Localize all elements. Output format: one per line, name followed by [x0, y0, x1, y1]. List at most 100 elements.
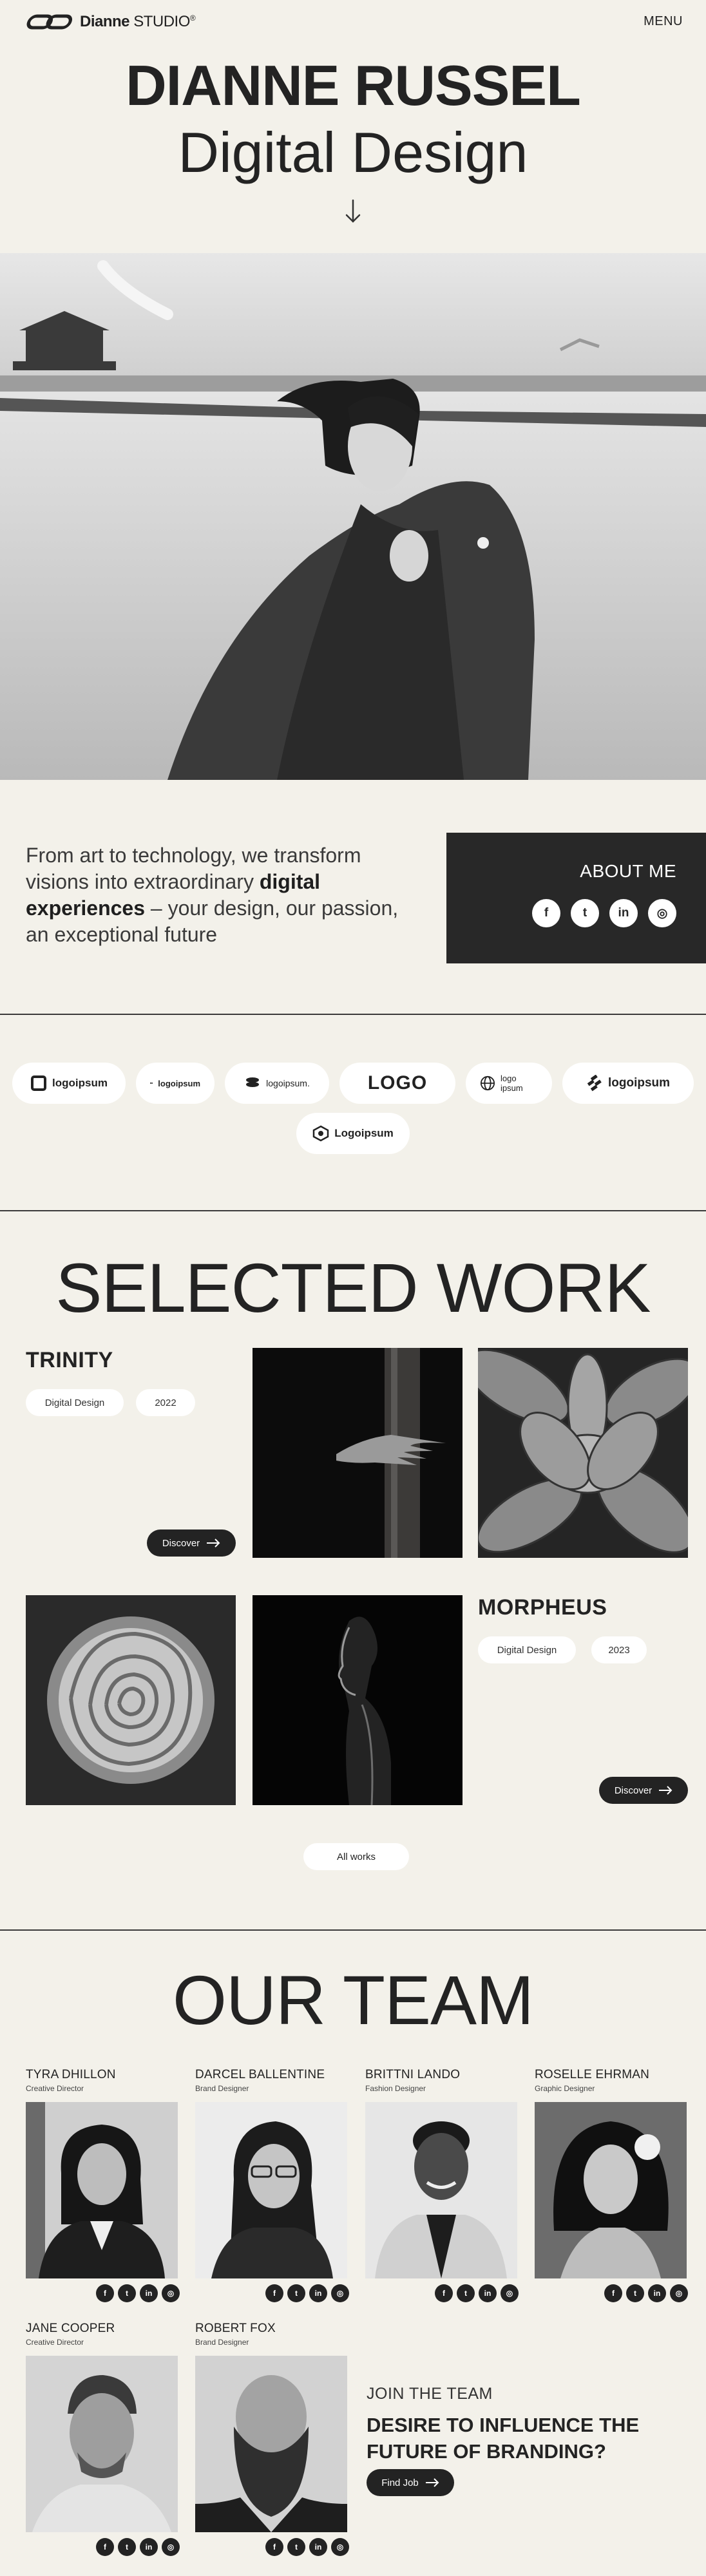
project-image[interactable]: [26, 1595, 236, 1805]
member-socials: f t in ◎: [96, 2538, 180, 2556]
brand-name-light: STUDIO: [133, 13, 190, 30]
member-name: ROSELLE EHRMAN: [535, 2068, 650, 2081]
member-name: ROBERT FOX: [195, 2322, 276, 2335]
member-socials: f t in ◎: [604, 2284, 688, 2302]
partner-logo: logoipsum: [136, 1063, 215, 1104]
partner-logo: Logoipsum: [296, 1113, 410, 1154]
twitter-icon[interactable]: t: [571, 899, 599, 927]
member-socials: f t in ◎: [435, 2284, 519, 2302]
member-photo: [26, 2356, 178, 2532]
hero-photo: [0, 253, 706, 780]
member-name: TYRA DHILLON: [26, 2068, 116, 2081]
section-divider: [0, 1929, 706, 1931]
partner-logo: logo ipsum: [466, 1063, 552, 1104]
member-role: Fashion Designer: [365, 2084, 426, 2093]
partner-logo-label: logoipsum: [607, 1076, 671, 1090]
linkedin-icon[interactable]: in: [479, 2284, 497, 2302]
discover-button-trinity[interactable]: Discover: [147, 1530, 236, 1557]
all-works-button[interactable]: All works: [303, 1843, 409, 1870]
partner-mark-icon: [246, 1077, 260, 1087]
hero-name: DIANNE RUSSEL: [126, 53, 581, 117]
dribbble-icon[interactable]: ◎: [670, 2284, 688, 2302]
linkedin-icon[interactable]: in: [309, 2284, 327, 2302]
project-year-tag: 2023: [591, 1636, 647, 1663]
intro-statement: From art to technology, we transform vis…: [26, 842, 425, 948]
project-title-trinity[interactable]: TRINITY: [26, 1348, 113, 1373]
facebook-icon[interactable]: f: [604, 2284, 622, 2302]
dribbble-icon[interactable]: ◎: [162, 2284, 180, 2302]
social-links: f t in ◎: [532, 899, 676, 927]
linkedin-icon[interactable]: in: [140, 2538, 158, 2556]
twitter-icon[interactable]: t: [287, 2538, 305, 2556]
facebook-icon[interactable]: f: [265, 2284, 283, 2302]
facebook-icon[interactable]: f: [435, 2284, 453, 2302]
twitter-icon[interactable]: t: [626, 2284, 644, 2302]
find-job-button[interactable]: Find Job: [367, 2469, 454, 2496]
partner-mark-icon: [587, 1075, 602, 1092]
partner-logo-label: logo ipsum: [500, 1074, 523, 1093]
linkedin-icon[interactable]: in: [309, 2538, 327, 2556]
member-socials: f t in ◎: [96, 2284, 180, 2302]
partner-mark-icon: [31, 1075, 47, 1091]
linkedin-icon[interactable]: in: [609, 899, 638, 927]
twitter-icon[interactable]: t: [118, 2284, 136, 2302]
member-role: Creative Director: [26, 2338, 84, 2347]
project-image[interactable]: [253, 1348, 463, 1558]
dribbble-icon[interactable]: ◎: [501, 2284, 519, 2302]
project-image[interactable]: [478, 1348, 688, 1558]
dribbble-icon[interactable]: ◎: [331, 2284, 349, 2302]
facebook-icon[interactable]: f: [96, 2284, 114, 2302]
twitter-icon[interactable]: t: [457, 2284, 475, 2302]
partner-mark-icon: [312, 1125, 329, 1142]
member-photo: [26, 2102, 178, 2278]
member-role: Brand Designer: [195, 2338, 249, 2347]
member-photo: [365, 2102, 517, 2278]
project-year-tag: 2022: [136, 1389, 195, 1416]
member-photo: [195, 2102, 347, 2278]
section-divider: [0, 1210, 706, 1211]
twitter-icon[interactable]: t: [118, 2538, 136, 2556]
member-photo: [195, 2356, 347, 2532]
discover-label: Discover: [614, 1785, 653, 1796]
arrow-right-icon: [425, 2478, 439, 2487]
dribbble-icon[interactable]: ◎: [331, 2538, 349, 2556]
member-name: BRITTNI LANDO: [365, 2068, 461, 2081]
brand-name-bold: Dianne: [80, 13, 130, 30]
project-image[interactable]: [253, 1595, 463, 1805]
project-tag: Digital Design: [26, 1389, 124, 1416]
project-title-morpheus[interactable]: MORPHEUS: [478, 1595, 607, 1620]
menu-button[interactable]: MENU: [644, 14, 683, 29]
brand-name: Dianne STUDIO®: [80, 13, 196, 31]
partner-logos-row: logoipsum logoipsum logoipsum. LOGO logo…: [0, 1063, 706, 1104]
find-job-label: Find Job: [381, 2477, 419, 2488]
member-role: Brand Designer: [195, 2084, 249, 2093]
registered-mark: ®: [189, 14, 196, 23]
partner-logo-label: logoipsum: [52, 1077, 108, 1089]
discover-button-morpheus[interactable]: Discover: [599, 1777, 688, 1804]
facebook-icon[interactable]: f: [265, 2538, 283, 2556]
facebook-icon[interactable]: f: [532, 899, 560, 927]
dribbble-icon[interactable]: ◎: [162, 2538, 180, 2556]
dribbble-icon[interactable]: ◎: [648, 899, 676, 927]
linkedin-icon[interactable]: in: [140, 2284, 158, 2302]
member-photo: [535, 2102, 687, 2278]
arrow-down-icon[interactable]: [344, 198, 362, 224]
site-header: Dianne STUDIO® MENU: [0, 0, 706, 45]
linkedin-icon[interactable]: in: [648, 2284, 666, 2302]
brand-mark-icon: [26, 14, 73, 30]
about-me-link[interactable]: ABOUT ME: [580, 861, 676, 882]
join-heading: DESIRE TO INFLUENCE THE FUTURE OF BRANDI…: [367, 2414, 640, 2463]
member-role: Creative Director: [26, 2084, 84, 2093]
team-title: OUR TEAM: [172, 1961, 534, 2039]
join-label: JOIN THE TEAM: [367, 2385, 493, 2403]
brand-logo[interactable]: Dianne STUDIO®: [26, 11, 196, 33]
partner-logos-row: Logoipsum: [0, 1113, 706, 1154]
partner-logo-label: logoipsum.: [266, 1078, 310, 1088]
facebook-icon[interactable]: f: [96, 2538, 114, 2556]
selected-work-title: SELECTED WORK: [55, 1249, 651, 1327]
partner-logo-label: Logoipsum: [334, 1127, 394, 1139]
discover-label: Discover: [162, 1537, 200, 1549]
partner-logo: LOGO: [339, 1063, 455, 1104]
project-tag: Digital Design: [478, 1636, 576, 1663]
twitter-icon[interactable]: t: [287, 2284, 305, 2302]
